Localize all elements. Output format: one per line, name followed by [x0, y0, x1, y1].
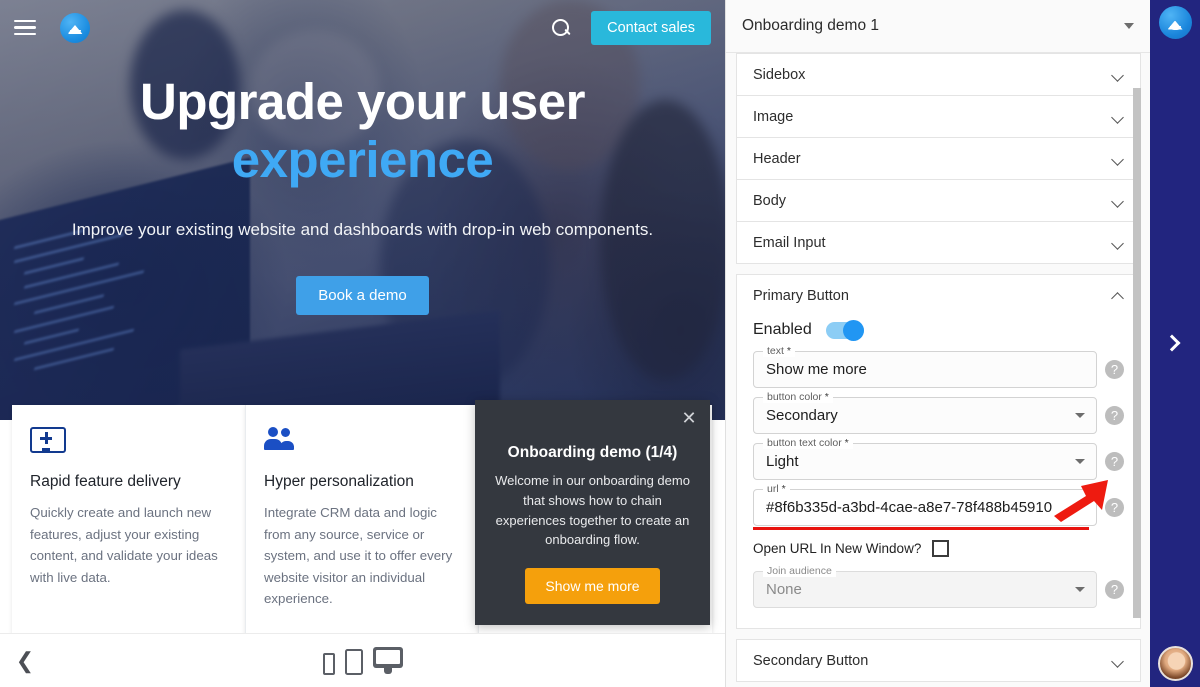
- open-url-new-window-row: Open URL In New Window?: [753, 540, 1124, 557]
- field-text: text * Show me more ?: [753, 345, 1124, 388]
- text-input[interactable]: text * Show me more: [753, 345, 1097, 388]
- field-legend: text *: [763, 345, 795, 357]
- hamburger-icon[interactable]: [14, 19, 36, 36]
- section-sidebox[interactable]: Sidebox: [736, 53, 1141, 96]
- desktop-icon[interactable]: [372, 646, 403, 675]
- book-a-demo-button[interactable]: Book a demo: [296, 276, 429, 316]
- chevron-down-icon[interactable]: [1112, 153, 1124, 165]
- panel-title: Onboarding demo 1: [742, 17, 880, 34]
- open-url-new-window-checkbox[interactable]: [932, 540, 950, 557]
- people-icon: [264, 427, 460, 457]
- enabled-row: Enabled: [753, 319, 1124, 341]
- editor-panel: Onboarding demo 1 Sidebox Image Header B…: [725, 0, 1150, 687]
- caret-down-icon[interactable]: [1075, 459, 1085, 464]
- tooltip-body: Welcome in our onboarding demo that show…: [495, 473, 690, 548]
- caret-down-icon[interactable]: [1124, 23, 1134, 29]
- field-legend: Join audience: [763, 565, 836, 577]
- caret-down-icon[interactable]: [1075, 587, 1085, 592]
- hero-heading-line1: Upgrade your user: [140, 73, 585, 130]
- field-button-color: button color * Secondary ?: [753, 391, 1124, 434]
- chevron-up-icon[interactable]: [1112, 290, 1124, 302]
- help-icon[interactable]: ?: [1105, 498, 1124, 517]
- section-label: Primary Button: [753, 288, 849, 304]
- button-text-color-value: Light: [766, 453, 799, 470]
- field-legend: button color *: [763, 391, 833, 403]
- show-me-more-button[interactable]: Show me more: [525, 568, 660, 604]
- chevron-down-icon[interactable]: [1112, 69, 1124, 81]
- join-audience-value: None: [766, 581, 802, 598]
- section-image[interactable]: Image: [736, 96, 1141, 138]
- contact-sales-button[interactable]: Contact sales: [591, 10, 711, 45]
- enabled-label: Enabled: [753, 321, 812, 338]
- help-icon[interactable]: ?: [1105, 580, 1124, 599]
- url-highlight-underline: [753, 527, 1089, 530]
- button-color-value: Secondary: [766, 407, 838, 424]
- user-avatar[interactable]: [1158, 646, 1193, 681]
- field-url: url * #8f6b335d-a3bd-4cae-a8e7-78f488b45…: [753, 483, 1124, 530]
- chevron-down-icon[interactable]: [1112, 237, 1124, 249]
- help-icon[interactable]: ?: [1105, 360, 1124, 379]
- text-input-value: Show me more: [766, 361, 867, 378]
- help-icon[interactable]: ?: [1105, 452, 1124, 471]
- site-navbar: Contact sales: [0, 0, 725, 55]
- chevron-right-icon[interactable]: [1164, 334, 1180, 352]
- feature-card: Rapid feature delivery Quickly create an…: [12, 405, 245, 640]
- tablet-icon[interactable]: [344, 648, 363, 675]
- onboarding-tooltip: ✕ Onboarding demo (1/4) Welcome in our o…: [475, 400, 710, 625]
- panel-scrollbar[interactable]: [1133, 88, 1141, 618]
- chevron-down-icon[interactable]: [1112, 655, 1124, 667]
- field-join-audience: Join audience None ?: [753, 565, 1124, 608]
- checkbox-label: Open URL In New Window?: [753, 541, 922, 556]
- hero-copy: Upgrade your user experience Improve you…: [0, 72, 725, 316]
- brand-logo-icon[interactable]: [60, 12, 90, 43]
- phone-icon[interactable]: [322, 652, 335, 675]
- feature-card-body: Integrate CRM data and logic from any so…: [264, 505, 453, 607]
- feature-card: Hyper personalization Integrate CRM data…: [245, 405, 478, 640]
- feature-card-title: Hyper personalization: [264, 473, 414, 490]
- section-label: Header: [753, 150, 801, 167]
- panel-scroll-area: Sidebox Image Header Body Email Input Pr…: [726, 53, 1151, 687]
- screen-plus-icon: [30, 427, 227, 457]
- field-legend: url *: [763, 483, 790, 495]
- primary-button-header[interactable]: Primary Button: [737, 275, 1140, 317]
- enabled-toggle[interactable]: [825, 319, 864, 341]
- section-label: Sidebox: [753, 66, 806, 83]
- field-legend: button text color *: [763, 437, 853, 449]
- section-label: Email Input: [753, 234, 826, 251]
- button-text-color-select[interactable]: button text color * Light: [753, 437, 1097, 480]
- section-primary-button: Primary Button Enabled text * Show me mo…: [736, 274, 1141, 629]
- feature-card-title: Rapid feature delivery: [30, 473, 181, 490]
- section-body[interactable]: Body: [736, 180, 1141, 222]
- hero-subheading: Improve your existing website and dashbo…: [71, 220, 654, 240]
- help-icon[interactable]: ?: [1105, 406, 1124, 425]
- hero-heading-line2: experience: [231, 131, 494, 189]
- chevron-down-icon[interactable]: [1112, 195, 1124, 207]
- caret-down-icon[interactable]: [1075, 413, 1085, 418]
- app-root: Contact sales Upgrade your user experien…: [0, 0, 1200, 687]
- device-preview-toolbar: ❮: [0, 633, 725, 687]
- right-rail: [1150, 0, 1200, 687]
- join-audience-select[interactable]: Join audience None: [753, 565, 1097, 608]
- url-input-value: #8f6b335d-a3bd-4cae-a8e7-78f488b45910: [766, 499, 1053, 516]
- section-label: Body: [753, 192, 787, 209]
- chevron-down-icon[interactable]: [1112, 111, 1124, 123]
- field-button-text-color: button text color * Light ?: [753, 437, 1124, 480]
- website-preview: Contact sales Upgrade your user experien…: [0, 0, 725, 687]
- close-icon[interactable]: ✕: [680, 409, 698, 427]
- section-secondary-button[interactable]: Secondary Button: [736, 639, 1141, 682]
- feature-card-body: Quickly create and launch new features, …: [30, 505, 218, 585]
- section-email-input[interactable]: Email Input: [736, 222, 1141, 264]
- section-label: Image: [753, 108, 794, 125]
- section-label: Secondary Button: [753, 652, 869, 669]
- search-icon[interactable]: [551, 18, 571, 38]
- panel-header: Onboarding demo 1: [726, 0, 1150, 53]
- tooltip-title: Onboarding demo (1/4): [507, 444, 678, 461]
- url-input[interactable]: url * #8f6b335d-a3bd-4cae-a8e7-78f488b45…: [753, 483, 1097, 526]
- button-color-select[interactable]: button color * Secondary: [753, 391, 1097, 434]
- section-header[interactable]: Header: [736, 138, 1141, 180]
- brand-logo-icon[interactable]: [1159, 6, 1192, 39]
